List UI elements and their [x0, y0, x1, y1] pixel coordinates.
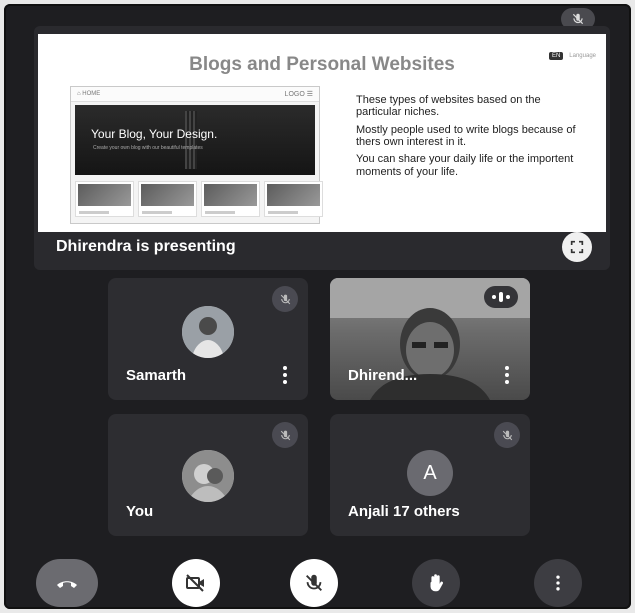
participant-name: Anjali 17 others	[348, 503, 460, 520]
shared-slide: Blogs and Personal Websites EN Language …	[38, 34, 606, 232]
mock-hero-text: Your Blog, Your Design.	[91, 127, 218, 141]
mock-hero: Your Blog, Your Design. Create your own …	[75, 105, 315, 175]
slide-corner-chip: EN	[548, 52, 564, 60]
presenting-label: Dhirendra is presenting	[56, 238, 236, 255]
mock-nav-right: LOGO ☰	[284, 91, 313, 98]
slide-corner-text: Language	[569, 53, 596, 59]
mic-toggle-button[interactable]	[290, 559, 338, 607]
participant-name: Samarth	[126, 367, 187, 384]
fullscreen-icon	[570, 240, 584, 254]
participant-more-icon[interactable]	[504, 366, 510, 384]
mic-off-icon	[494, 422, 520, 448]
end-call-button[interactable]	[36, 559, 98, 607]
mock-thumbnail	[264, 181, 323, 217]
mock-thumbnail	[201, 181, 260, 217]
slide-corner: EN Language	[548, 52, 596, 60]
more-options-button[interactable]	[534, 559, 582, 607]
raise-hand-button[interactable]	[412, 559, 460, 607]
participant-tile-samarth[interactable]: Samarth	[108, 278, 308, 400]
slide-bullet: You can share your daily life or the imp…	[356, 153, 574, 178]
participant-tile-others[interactable]: A Anjali 17 others	[330, 414, 530, 536]
slide-title: Blogs and Personal Websites	[189, 54, 455, 75]
fullscreen-button[interactable]	[562, 232, 592, 262]
participant-more-icon[interactable]	[282, 366, 288, 384]
mock-thumbnail	[138, 181, 197, 217]
slide-bullets: These types of websites based on the par…	[356, 94, 586, 183]
camera-off-icon	[186, 574, 204, 592]
phone-hangup-icon	[57, 581, 77, 588]
slide-bullet: Mostly people used to write blogs becaus…	[356, 123, 576, 148]
call-controls	[4, 551, 631, 609]
meeting-window: Blogs and Personal Websites EN Language …	[4, 4, 631, 609]
mock-nav-left: ⌂ HOME	[77, 91, 101, 97]
camera-toggle-button[interactable]	[172, 559, 220, 607]
hand-icon	[430, 574, 444, 592]
mock-thumbnails	[75, 181, 323, 217]
avatar	[182, 450, 234, 502]
participant-name: Dhirend...	[348, 367, 418, 384]
mock-thumbnail	[75, 181, 134, 217]
speaking-indicator-icon	[484, 286, 518, 308]
avatar-initial: A	[407, 450, 453, 496]
website-screenshot: ⌂ HOME LOGO ☰ Your Blog, Your Design. Cr…	[70, 86, 323, 224]
presentation-tile[interactable]: Blogs and Personal Websites EN Language …	[34, 26, 610, 270]
mic-off-icon	[272, 286, 298, 312]
avatar	[182, 306, 234, 358]
participant-name: You	[126, 503, 154, 520]
slide-bullet: These types of websites based on the par…	[356, 94, 541, 119]
more-vert-icon	[556, 575, 560, 591]
mic-off-icon	[306, 574, 322, 591]
mock-hero-subtext: Create your own blog with our beautiful …	[93, 145, 203, 151]
mock-nav: ⌂ HOME LOGO ☰	[71, 87, 319, 102]
mic-off-icon	[272, 422, 298, 448]
participant-tile-you[interactable]: You	[108, 414, 308, 536]
participant-tile-dhirendra[interactable]: Dhirend...	[330, 278, 530, 400]
